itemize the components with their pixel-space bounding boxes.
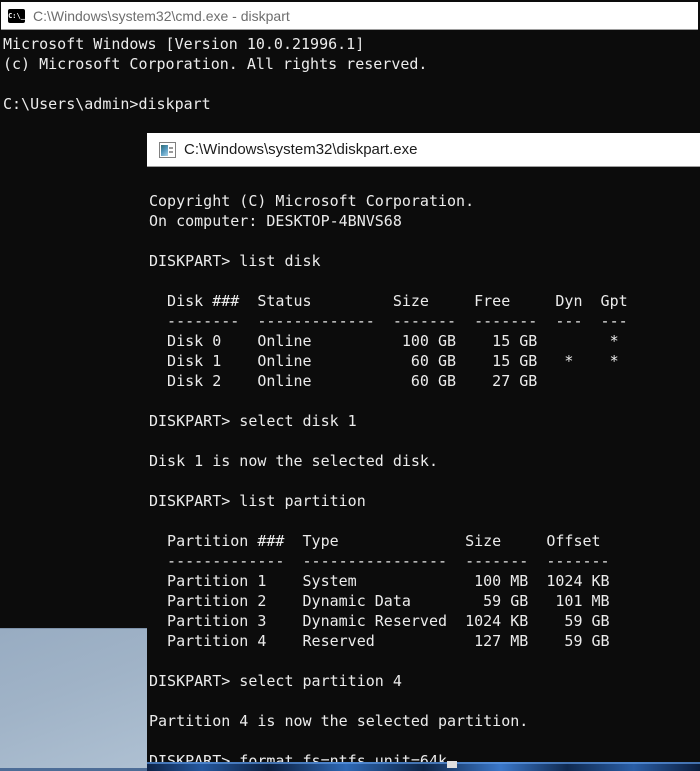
diskpart-icon[interactable] [159, 142, 176, 158]
taskbar-strip [147, 762, 700, 771]
diskpart-terminal-output[interactable]: Copyright (C) Microsoft Corporation. On … [149, 167, 628, 762]
screen: C:\_ C:\Windows\system32\cmd.exe - diskp… [0, 0, 700, 771]
cmd-window-title: C:\Windows\system32\cmd.exe - diskpart [33, 8, 290, 24]
diskpart-window: C:\Windows\system32\diskpart.exe Copyrig… [147, 133, 700, 762]
cmd-window-titlebar[interactable]: C:\_ C:\Windows\system32\cmd.exe - diskp… [1, 2, 698, 30]
desktop-background [0, 628, 147, 771]
cmd-icon[interactable]: C:\_ [8, 9, 25, 23]
diskpart-window-titlebar[interactable]: C:\Windows\system32\diskpart.exe [147, 133, 700, 167]
cmd-terminal-output: Microsoft Windows [Version 10.0.21996.1]… [0, 30, 427, 114]
diskpart-window-title: C:\Windows\system32\diskpart.exe [184, 141, 417, 158]
text-cursor [447, 761, 457, 768]
